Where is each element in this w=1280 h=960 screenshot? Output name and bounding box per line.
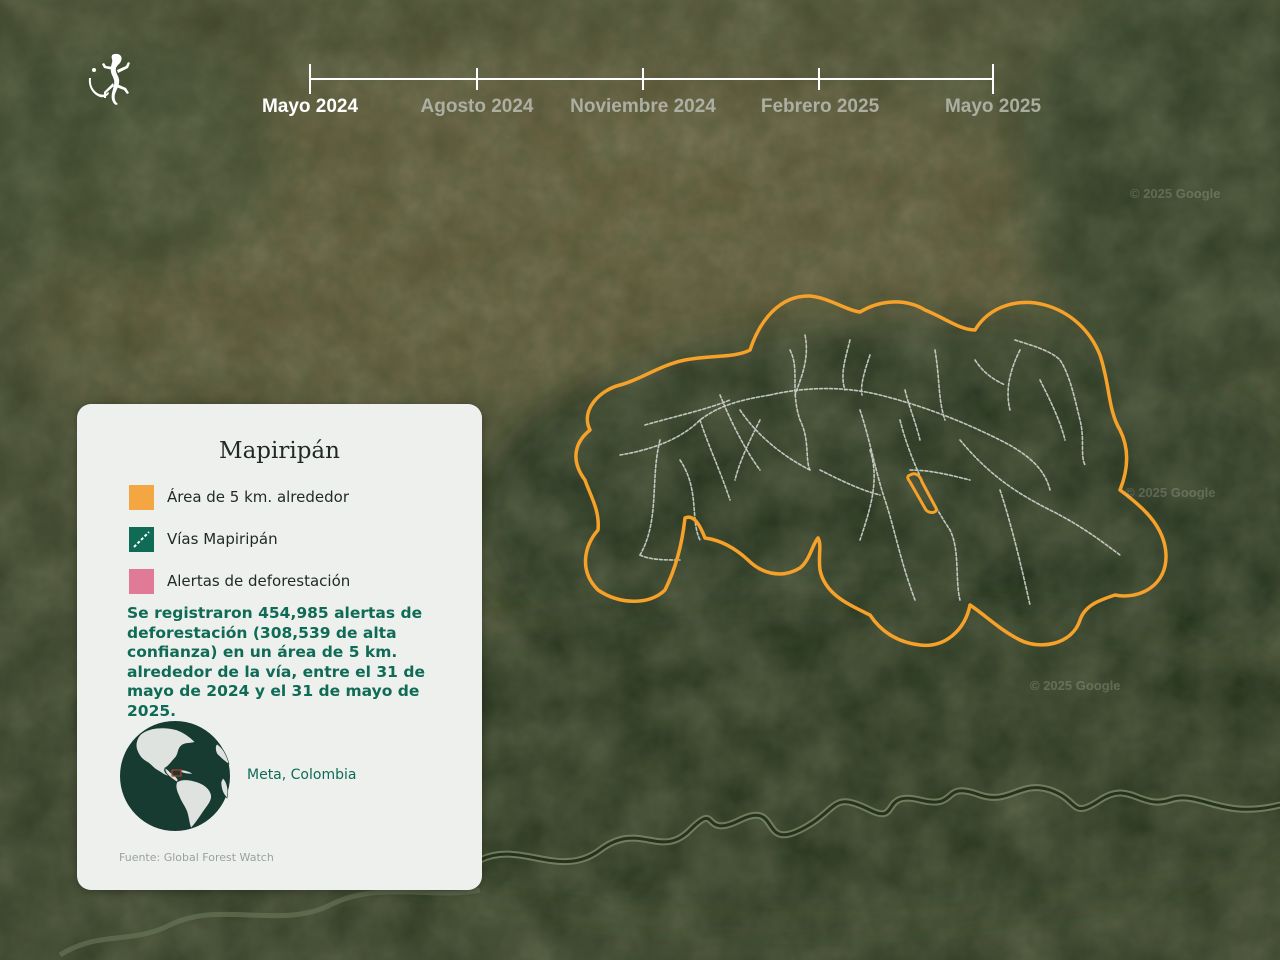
legend-item-label: Alertas de deforestación [167, 572, 351, 590]
legend-item-label: Área de 5 km. alrededor [167, 488, 349, 506]
timeline-item-noviembre-2024[interactable]: Noviembre 2024 [570, 96, 716, 118]
legend-description: Se registraron 454,985 alertas de defore… [127, 604, 425, 720]
map-watermark: © 2025 Google [1130, 186, 1221, 201]
map-stage[interactable]: © 2025 Google © 2025 Google © 2025 Googl… [0, 0, 1280, 960]
orange-square-icon [129, 484, 154, 510]
legend-item-buffer: Área de 5 km. alrededor [129, 484, 349, 510]
timeline-item-agosto-2024[interactable]: Agosto 2024 [421, 96, 534, 118]
map-watermark: © 2025 Google [1030, 678, 1121, 693]
globe-americas-icon [120, 721, 230, 831]
dashed-road-icon [129, 526, 154, 552]
legend-item-roads: Vías Mapiripán [129, 526, 278, 552]
source-credit: Fuente: Global Forest Watch [119, 851, 274, 864]
map-watermark: © 2025 Google [1125, 485, 1216, 500]
timeline-item-mayo-2024[interactable]: Mayo 2024 [262, 96, 358, 118]
location-label: Meta, Colombia [247, 767, 357, 783]
gecko-icon [88, 53, 130, 105]
legend-item-alerts: Alertas de deforestación [129, 568, 350, 594]
legend-card: Mapiripán Área de 5 km. alrededor Vías M… [77, 404, 482, 890]
timeline-item-mayo-2025[interactable]: Mayo 2025 [945, 96, 1041, 118]
legend-title: Mapiripán [219, 438, 340, 464]
pink-square-icon [129, 568, 154, 594]
timeline-item-febrero-2025[interactable]: Febrero 2025 [761, 96, 879, 118]
legend-item-label: Vías Mapiripán [167, 530, 278, 548]
